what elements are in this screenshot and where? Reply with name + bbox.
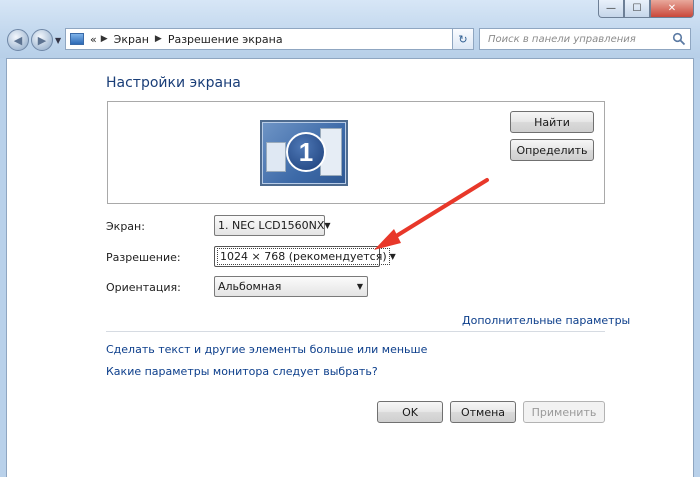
breadcrumb: « ▶ Экран ▶ Разрешение экрана: [90, 33, 283, 46]
orientation-label: Ориентация:: [106, 281, 181, 294]
window-frame: — ☐ ✕ ◀ ▶ ▼ « ▶ Экран ▶ Разрешение экран…: [0, 0, 700, 477]
arrow-right-icon: ▶: [37, 33, 47, 47]
window-controls: — ☐ ✕: [598, 0, 694, 18]
advanced-settings-link[interactable]: Дополнительные параметры: [462, 314, 630, 327]
content-pane: Настройки экрана 1 Найти Определить Экра…: [6, 58, 694, 477]
refresh-button[interactable]: ↻: [452, 28, 474, 50]
monitor-layout-area: 1 Найти Определить: [107, 101, 605, 204]
identify-button[interactable]: Определить: [510, 139, 594, 161]
breadcrumb-overflow[interactable]: «: [90, 33, 97, 46]
monitor-thumbnail[interactable]: 1: [260, 120, 348, 186]
minimize-button[interactable]: —: [598, 0, 624, 18]
arrow-left-icon: ◀: [13, 33, 23, 47]
find-button[interactable]: Найти: [510, 111, 594, 133]
search-icon[interactable]: [672, 32, 686, 46]
resolution-select-value: 1024 × 768 (рекомендуется): [217, 248, 390, 265]
chevron-down-icon: ▼: [389, 252, 396, 261]
address-bar[interactable]: « ▶ Экран ▶ Разрешение экрана ▼: [65, 28, 473, 50]
maximize-button[interactable]: ☐: [624, 0, 650, 18]
screen-select-value: 1. NEC LCD1560NX: [218, 219, 325, 232]
apply-button[interactable]: Применить: [523, 401, 605, 423]
resolution-select[interactable]: 1024 × 768 (рекомендуется) ▼: [214, 246, 396, 267]
navigation-bar: — ☐ ✕ ◀ ▶ ▼ « ▶ Экран ▶ Разрешение экран…: [0, 0, 700, 58]
refresh-icon: ↻: [458, 32, 468, 46]
close-button[interactable]: ✕: [650, 0, 694, 18]
search-input[interactable]: [486, 32, 674, 46]
screen-select[interactable]: 1. NEC LCD1560NX ▼: [214, 215, 331, 236]
orientation-select[interactable]: Альбомная ▼: [214, 276, 368, 297]
divider: [106, 331, 605, 332]
monitor-help-link[interactable]: Какие параметры монитора следует выбрать…: [106, 365, 378, 378]
recent-pages-dropdown[interactable]: ▼: [55, 36, 61, 45]
page-title: Настройки экрана: [106, 75, 241, 91]
monitor-number-badge: 1: [286, 132, 326, 172]
cancel-button[interactable]: Отмена: [450, 401, 516, 423]
control-panel-icon: [70, 33, 84, 45]
resolution-label: Разрешение:: [106, 251, 181, 264]
ok-button[interactable]: OK: [377, 401, 443, 423]
breadcrumb-item-resolution[interactable]: Разрешение экрана: [168, 33, 283, 46]
search-box[interactable]: [479, 28, 691, 50]
screen-label: Экран:: [106, 220, 145, 233]
chevron-down-icon: ▼: [324, 221, 331, 230]
back-button[interactable]: ◀: [7, 29, 29, 51]
chevron-down-icon: ▼: [356, 282, 364, 291]
desktop-window-preview: [266, 142, 286, 172]
text-size-link[interactable]: Сделать текст и другие элементы больше и…: [106, 343, 427, 356]
chevron-right-icon: ▶: [154, 34, 162, 44]
forward-button[interactable]: ▶: [31, 29, 53, 51]
orientation-select-value: Альбомная: [218, 280, 282, 293]
chevron-right-icon: ▶: [100, 34, 108, 44]
breadcrumb-item-screen[interactable]: Экран: [114, 33, 149, 46]
